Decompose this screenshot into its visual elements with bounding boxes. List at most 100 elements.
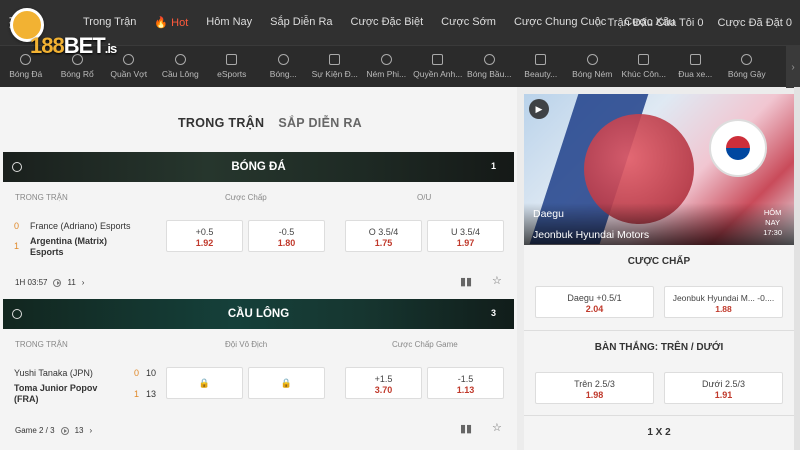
my-matches-link[interactable]: ☆ Trận Đấu Của Tôi 0 [594, 16, 704, 29]
away-team-line1: Argentina (Matrix) [30, 236, 108, 246]
tab-in-play[interactable]: TRONG TRẬN [178, 116, 264, 130]
away-player-line2: (FRA) [14, 394, 39, 404]
sport-label: Bóng Gậy [727, 69, 766, 79]
side-under[interactable]: Dưới 2.5/3 1.91 [664, 372, 783, 404]
odd-line: Trên 2.5/3 [574, 379, 615, 389]
sport-baseball[interactable]: Bóng Gậy [721, 46, 773, 87]
odd-line: -1.5 [457, 374, 474, 384]
play-icon[interactable]: ▶ [529, 99, 549, 119]
match-time: 1H 03:57 [15, 278, 48, 287]
side-handicap-away[interactable]: Jeonbuk Hyundai M... -0.... 1.88 [664, 286, 783, 318]
sport-beauty[interactable]: Beauty... [515, 46, 567, 87]
1x2-title: 1 X 2 [647, 427, 671, 438]
tab-upcoming[interactable]: SẮP DIỄN RA [278, 116, 362, 130]
section-count: 1 [490, 161, 496, 171]
away-sets: 1 [134, 389, 140, 399]
odd-value: 1.80 [277, 238, 296, 248]
logo-text: 188BET.is [30, 33, 117, 59]
chevron-right-icon[interactable]: › [82, 278, 85, 287]
sport-darts[interactable]: Ném Phi... [361, 46, 413, 87]
side-over[interactable]: Trên 2.5/3 1.98 [535, 372, 654, 404]
nav-upcoming[interactable]: Sắp Diễn Ra [261, 16, 341, 29]
sport-hockey[interactable]: Khúc Côn... [618, 46, 670, 87]
odd-under[interactable]: U 3.5/4 1.97 [427, 220, 504, 252]
match-time: HÔM NAY 17:30 [763, 208, 782, 238]
nav-hot[interactable]: 🔥 Hot [145, 16, 197, 29]
sport-label: Bóng Ném [572, 69, 613, 79]
nav-items: Trong Trận 🔥 Hot Hôm Nay Sắp Diễn Ra Cượ… [74, 16, 684, 29]
sport-american-football[interactable]: Bóng Bầu... [464, 46, 516, 87]
nav-special[interactable]: Cược Đặc Biệt [342, 16, 433, 29]
nav-early[interactable]: Cược Sớm [432, 16, 505, 29]
when-line1: HÔM [763, 208, 782, 217]
handicap-title: CƯỢC CHẤP [627, 256, 691, 267]
bets-placed-link[interactable]: Cược Đã Đặt 0 [718, 17, 793, 29]
odd-value: 1.97 [456, 238, 475, 248]
sport-label: Đua xe... [678, 69, 713, 79]
sport-badminton[interactable]: Cầu Lông [155, 46, 207, 87]
sport-volleyball[interactable]: Bóng... [258, 46, 310, 87]
hockey-icon [638, 54, 650, 65]
favorite-star-icon[interactable]: ☆ [492, 421, 502, 434]
badminton-section-header[interactable]: CẦU LÔNG 3 [3, 299, 514, 329]
sport-boxing[interactable]: Quyền Anh... [412, 46, 464, 87]
sport-racing[interactable]: Đua xe... [670, 46, 722, 87]
col-live: TRONG TRẬN [15, 340, 68, 349]
markets-count[interactable]: 13 [75, 426, 84, 435]
logo-brand-a: 188 [30, 33, 65, 58]
sport-label: Bóng... [269, 69, 297, 79]
my-matches-label: Trận Đấu Của Tôi 0 [607, 17, 704, 29]
nav-right: ☆ Trận Đấu Của Tôi 0 Cược Đã Đặt 0 [594, 0, 792, 45]
over-under-title: BÀN THẮNG: TRÊN / DƯỚI [594, 342, 724, 353]
stats-icon[interactable]: ▮▮ [460, 422, 472, 435]
odd-value: 1.91 [714, 390, 733, 400]
sport-label: Cầu Lông [161, 69, 199, 79]
home-points: 10 [146, 368, 157, 378]
odd-game-handicap-home[interactable]: +1.5 3.70 [345, 367, 422, 399]
col-handicap: Cược Chấp [225, 193, 267, 202]
sport-label: Quyền Anh... [413, 69, 463, 79]
lock-icon: 🔒 [198, 377, 211, 388]
home-sets: 0 [134, 368, 140, 378]
odd-handicap-away[interactable]: -0.5 1.80 [248, 220, 325, 252]
scrollbar[interactable] [794, 87, 800, 450]
col-winner: Đội Vô Địch [225, 340, 268, 349]
logo-brand-b: BET [63, 33, 106, 58]
sport-handball[interactable]: Bóng Ném [567, 46, 619, 87]
nav-today[interactable]: Hôm Nay [197, 16, 261, 29]
match-footer: Game 2 / 3 13 › [15, 426, 92, 435]
sport-special-events[interactable]: Sự Kiện Đ... [309, 46, 361, 87]
divider [524, 330, 794, 331]
odd-line: Daegu +0.5/1 [567, 293, 622, 303]
markets-count[interactable]: 11 [67, 278, 75, 287]
chevron-right-icon[interactable]: › [786, 46, 800, 88]
play-icon[interactable] [53, 278, 62, 287]
korea-flag-icon [709, 119, 767, 177]
sport-label: Beauty... [524, 69, 558, 79]
lock-icon: 🔒 [280, 377, 293, 388]
featured-banner[interactable]: ▶ Daegu Jeonbuk Hyundai Motors HÔM NAY 17:… [524, 94, 794, 245]
logo[interactable]: 188BET.is [0, 2, 140, 82]
baseball-icon [741, 54, 753, 65]
flag-icon [689, 54, 701, 65]
sport-label: Khúc Côn... [621, 69, 666, 79]
away-points: 13 [146, 389, 157, 399]
sport-label: Sự Kiện Đ... [311, 69, 358, 79]
odd-over[interactable]: O 3.5/4 1.75 [345, 220, 422, 252]
volleyball-icon [277, 54, 289, 65]
play-icon[interactable] [60, 426, 69, 435]
stats-icon[interactable]: ▮▮ [460, 275, 472, 288]
chevron-right-icon[interactable]: › [89, 426, 92, 435]
football-section-header[interactable]: BÓNG ĐÁ 1 [3, 152, 514, 182]
odd-handicap-home[interactable]: +0.5 1.92 [166, 220, 243, 252]
side-handicap-home[interactable]: Daegu +0.5/1 2.04 [535, 286, 654, 318]
badminton-icon [174, 54, 186, 65]
odd-value: 2.04 [585, 304, 604, 314]
odd-line: U 3.5/4 [450, 227, 481, 237]
badminton-icon [12, 309, 22, 319]
sport-esports[interactable]: eSports [206, 46, 258, 87]
odd-game-handicap-away[interactable]: -1.5 1.13 [427, 367, 504, 399]
favorite-star-icon[interactable]: ☆ [492, 274, 502, 287]
darts-icon [380, 54, 392, 65]
odd-value: 1.92 [195, 238, 214, 248]
